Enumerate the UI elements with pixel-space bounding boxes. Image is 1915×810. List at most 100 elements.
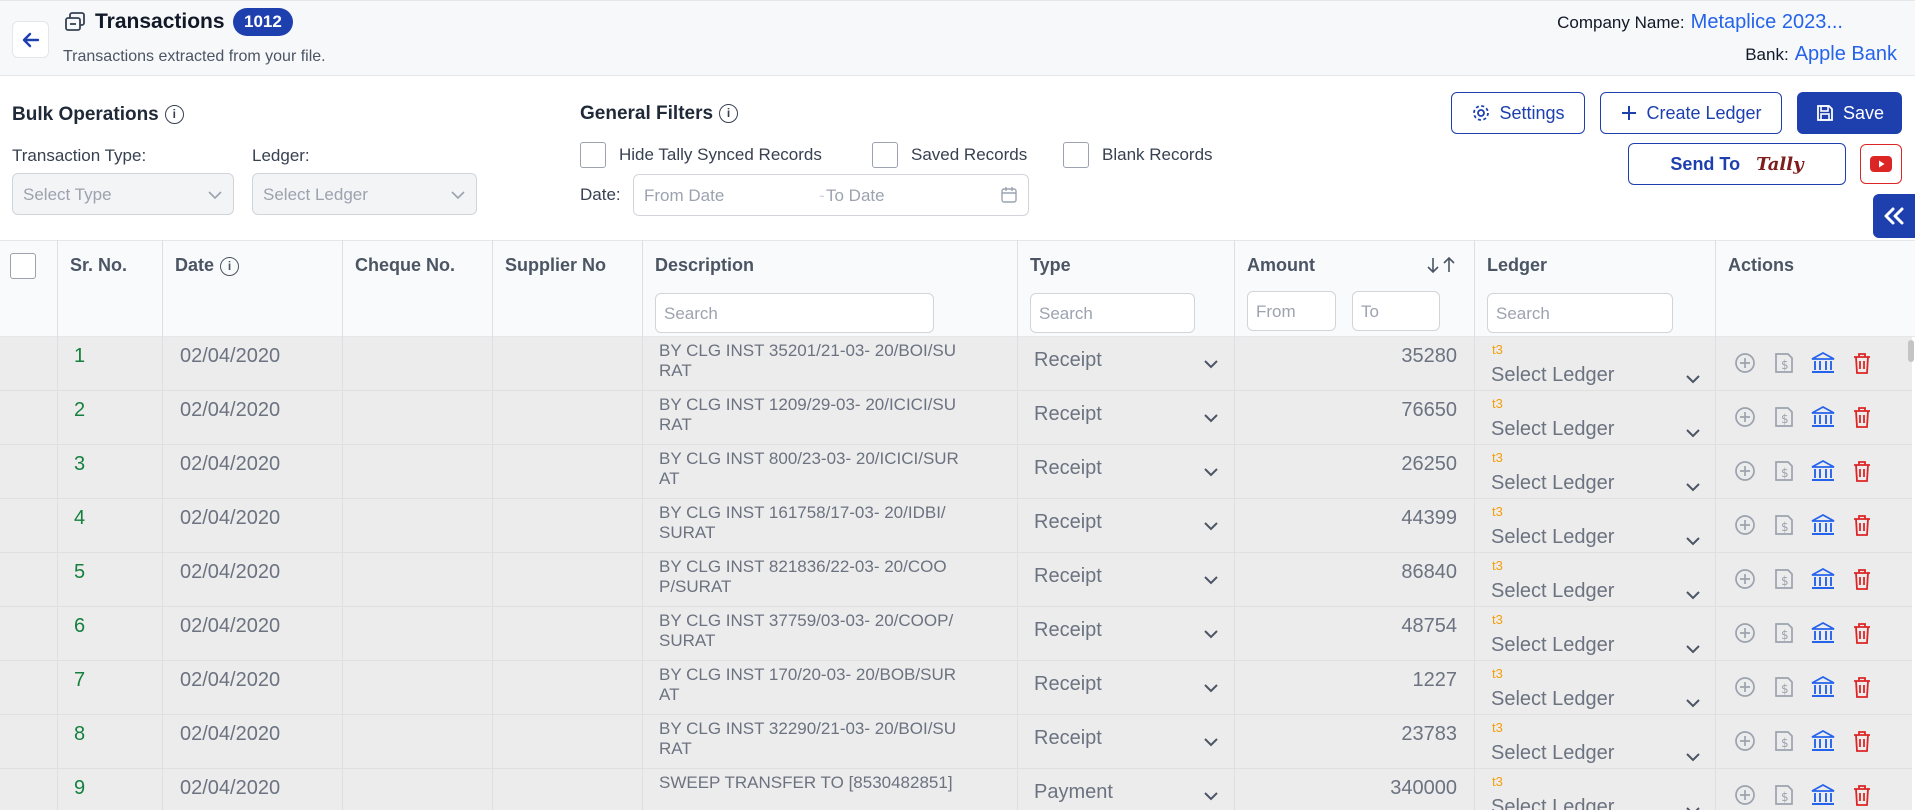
type-select[interactable]: Receipt xyxy=(1034,617,1219,647)
info-icon[interactable]: i xyxy=(164,105,184,125)
add-circle-icon[interactable] xyxy=(1733,675,1757,699)
invoice-dollar-icon[interactable]: $ xyxy=(1772,621,1796,645)
sort-icon[interactable] xyxy=(1425,255,1459,275)
invoice-dollar-icon[interactable]: $ xyxy=(1772,675,1796,699)
bank-icon[interactable] xyxy=(1810,729,1836,753)
table-row[interactable]: 3 02/04/2020 BY CLG INST 800/23-03- 20/ICI… xyxy=(0,445,1912,499)
type-select[interactable]: Receipt xyxy=(1034,671,1219,701)
bulk-ledger-select[interactable]: Select Ledger xyxy=(252,173,477,215)
amount-from-input[interactable]: From xyxy=(1247,291,1336,331)
bank-icon[interactable] xyxy=(1810,675,1836,699)
company-value[interactable]: Metaplice 2023... xyxy=(1691,11,1843,33)
table-row[interactable]: 4 02/04/2020 BY CLG INST 161758/17-03- 20/… xyxy=(0,499,1912,553)
transaction-type-select[interactable]: Select Type xyxy=(12,173,234,215)
ledger-select[interactable]: Select Ledger xyxy=(1491,578,1701,606)
trash-icon[interactable] xyxy=(1851,621,1873,645)
table-row[interactable]: 7 02/04/2020 BY CLG INST 170/20-03- 20/BOB… xyxy=(0,661,1912,715)
type-search-input[interactable]: Search xyxy=(1030,293,1195,333)
table-row[interactable]: 1 02/04/2020 BY CLG INST 35201/21-03- 20/B… xyxy=(0,337,1912,391)
ledger-select[interactable]: Select Ledger xyxy=(1491,524,1701,552)
trash-icon[interactable] xyxy=(1851,675,1873,699)
youtube-button[interactable] xyxy=(1860,144,1902,184)
table-row[interactable]: 8 02/04/2020 BY CLG INST 32290/21-03- 20/B… xyxy=(0,715,1912,769)
amount-to-input[interactable]: To xyxy=(1352,291,1440,331)
date-cell: 02/04/2020 xyxy=(180,507,281,529)
table-row[interactable]: 5 02/04/2020 BY CLG INST 821836/22-03- 20/… xyxy=(0,553,1912,607)
to-date-input[interactable]: To Date xyxy=(826,186,885,206)
bank-icon[interactable] xyxy=(1810,567,1836,591)
type-select[interactable]: Receipt xyxy=(1034,347,1219,377)
ledger-select[interactable]: Select Ledger xyxy=(1491,470,1701,498)
bank-icon[interactable] xyxy=(1810,513,1836,537)
trash-icon[interactable] xyxy=(1851,783,1873,807)
invoice-dollar-icon[interactable]: $ xyxy=(1772,351,1796,375)
table-row[interactable]: 6 02/04/2020 BY CLG INST 37759/03-03- 20/C… xyxy=(0,607,1912,661)
ledger-select[interactable]: Select Ledger xyxy=(1491,416,1701,444)
bank-icon[interactable] xyxy=(1810,351,1836,375)
add-circle-icon[interactable] xyxy=(1733,513,1757,537)
type-select[interactable]: Receipt xyxy=(1034,455,1219,485)
ledger-select[interactable]: Select Ledger xyxy=(1491,362,1701,390)
hide-tally-checkbox[interactable] xyxy=(580,142,606,168)
add-circle-icon[interactable] xyxy=(1733,783,1757,807)
send-to-tally-button[interactable]: Send To Tally xyxy=(1628,143,1846,185)
add-circle-icon[interactable] xyxy=(1733,405,1757,429)
type-select[interactable]: Payment xyxy=(1034,779,1219,809)
info-icon[interactable]: i xyxy=(719,104,739,124)
settings-button[interactable]: Settings xyxy=(1451,92,1585,134)
description-search-input[interactable]: Search xyxy=(655,293,934,333)
date-cell: 02/04/2020 xyxy=(180,669,281,691)
invoice-dollar-icon[interactable]: $ xyxy=(1772,513,1796,537)
trash-icon[interactable] xyxy=(1851,459,1873,483)
saved-records-checkbox[interactable] xyxy=(872,142,898,168)
type-select[interactable]: Receipt xyxy=(1034,563,1219,593)
table-row[interactable]: 9 02/04/2020 SWEEP TRANSFER TO [8530482851… xyxy=(0,769,1912,810)
back-button[interactable] xyxy=(12,21,49,58)
type-select[interactable]: Receipt xyxy=(1034,401,1219,431)
blank-records-checkbox[interactable] xyxy=(1063,142,1089,168)
trash-icon[interactable] xyxy=(1851,513,1873,537)
save-button[interactable]: Save xyxy=(1797,92,1902,134)
invoice-dollar-icon[interactable]: $ xyxy=(1772,729,1796,753)
bank-value[interactable]: Apple Bank xyxy=(1795,43,1897,65)
bank-icon[interactable] xyxy=(1810,783,1836,807)
invoice-dollar-icon[interactable]: $ xyxy=(1772,783,1796,807)
date-range-picker[interactable]: From Date - To Date xyxy=(633,174,1029,216)
invoice-dollar-icon[interactable]: $ xyxy=(1772,567,1796,591)
date-cell: 02/04/2020 xyxy=(180,723,281,745)
col-date[interactable]: Date i xyxy=(175,255,240,276)
ledger-select[interactable]: Select Ledger xyxy=(1491,740,1701,768)
trash-icon[interactable] xyxy=(1851,351,1873,375)
ledger-select[interactable]: Select Ledger xyxy=(1491,794,1701,810)
collapse-panel-button[interactable] xyxy=(1873,194,1915,238)
invoice-dollar-icon[interactable]: $ xyxy=(1772,405,1796,429)
invoice-dollar-icon[interactable]: $ xyxy=(1772,459,1796,483)
type-select[interactable]: Receipt xyxy=(1034,509,1219,539)
ledger-search-input[interactable]: Search xyxy=(1487,293,1673,333)
select-all-checkbox[interactable] xyxy=(10,253,36,279)
sr-no-cell: 7 xyxy=(74,669,86,691)
type-select[interactable]: Receipt xyxy=(1034,725,1219,755)
bank-icon[interactable] xyxy=(1810,459,1836,483)
add-circle-icon[interactable] xyxy=(1733,567,1757,591)
trash-icon[interactable] xyxy=(1851,405,1873,429)
scrollbar-thumb[interactable] xyxy=(1908,340,1914,362)
ledger-select[interactable]: Select Ledger xyxy=(1491,632,1701,660)
description-cell: BY CLG INST 821836/22-03- 20/COO P/SURAT xyxy=(659,557,1004,597)
bank-icon[interactable] xyxy=(1810,405,1836,429)
bank-icon[interactable] xyxy=(1810,621,1836,645)
add-circle-icon[interactable] xyxy=(1733,351,1757,375)
table-row[interactable]: 2 02/04/2020 BY CLG INST 1209/29-03- 20/IC… xyxy=(0,391,1912,445)
create-ledger-button[interactable]: Create Ledger xyxy=(1600,92,1782,134)
add-circle-icon[interactable] xyxy=(1733,459,1757,483)
col-description: Description xyxy=(655,255,755,275)
description-line-2: SURAT xyxy=(659,631,716,650)
add-circle-icon[interactable] xyxy=(1733,729,1757,753)
info-icon[interactable]: i xyxy=(220,256,240,276)
from-date-input[interactable]: From Date xyxy=(644,186,724,206)
trash-icon[interactable] xyxy=(1851,729,1873,753)
add-circle-icon[interactable] xyxy=(1733,621,1757,645)
ledger-select[interactable]: Select Ledger xyxy=(1491,686,1701,714)
ledger-placeholder: Select Ledger xyxy=(1491,742,1615,764)
trash-icon[interactable] xyxy=(1851,567,1873,591)
